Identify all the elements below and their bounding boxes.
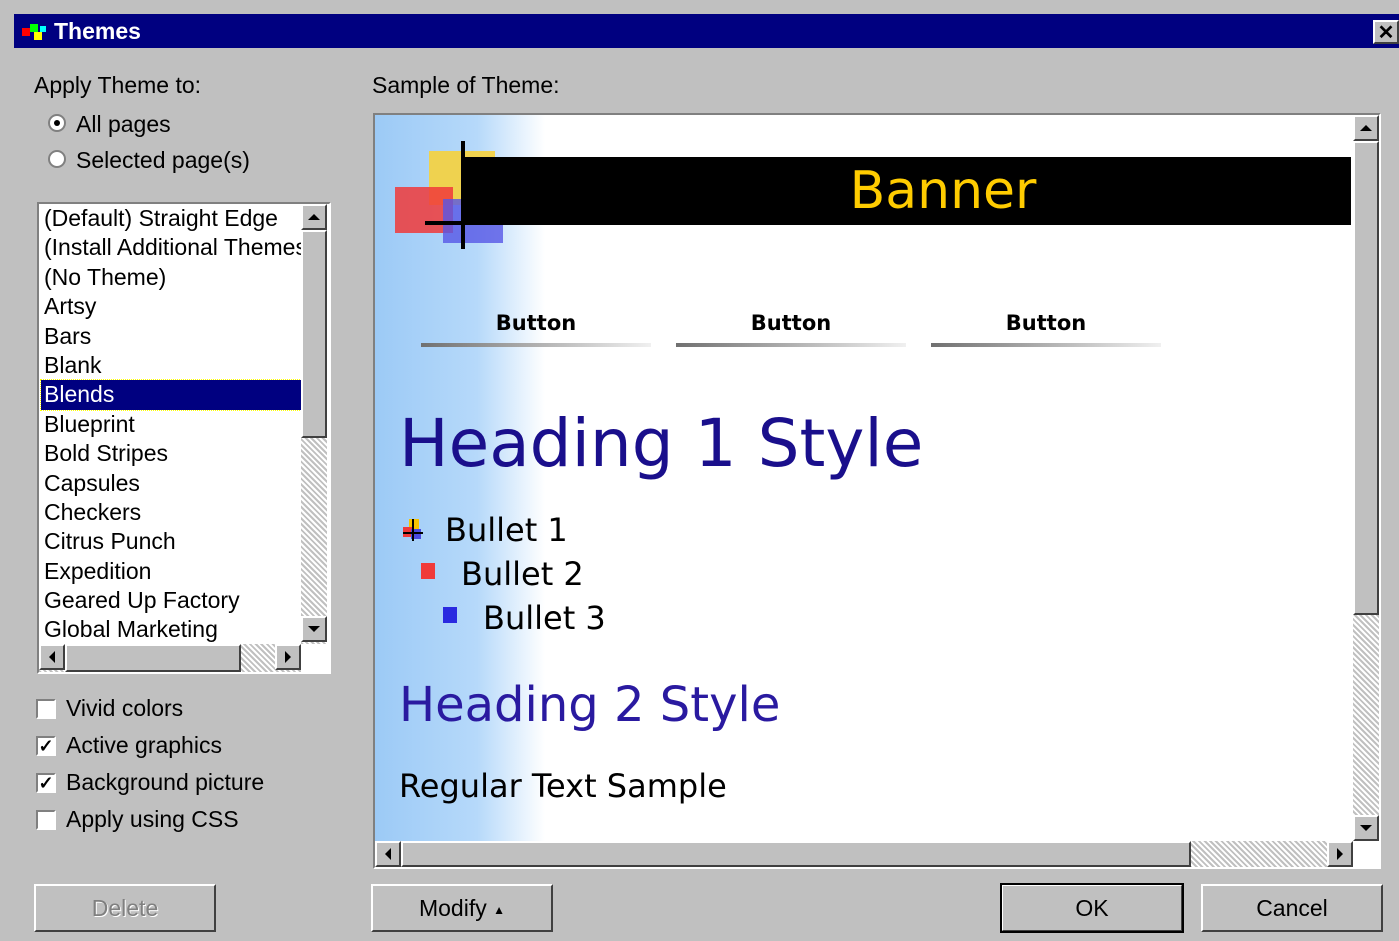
theme-item-bold-stripes[interactable]: Bold Stripes xyxy=(41,439,301,468)
bullet-2-icon xyxy=(421,563,435,579)
theme-item-geared-up-factory[interactable]: Geared Up Factory xyxy=(41,586,301,615)
delete-button[interactable]: Delete xyxy=(34,884,216,932)
sample-button-1-underline xyxy=(421,343,651,347)
sample-button-2-underline xyxy=(676,343,906,347)
sample-heading-1: Heading 1 Style xyxy=(399,405,924,482)
vivid-colors-label[interactable]: Vivid colors xyxy=(66,695,183,722)
theme-item-bars[interactable]: Bars xyxy=(41,322,301,351)
theme-list: (Default) Straight Edge (Install Additio… xyxy=(40,204,302,645)
arrow-left-icon xyxy=(49,651,55,663)
theme-item-no-theme[interactable]: (No Theme) xyxy=(41,263,301,292)
arrow-up-icon xyxy=(1360,125,1372,131)
theme-list-hscroll-thumb[interactable] xyxy=(65,644,241,672)
arrow-left-icon xyxy=(385,848,391,860)
arrow-down-icon xyxy=(1360,825,1372,831)
background-picture-checkbox[interactable]: ✓ xyxy=(36,773,56,793)
ok-button[interactable]: OK xyxy=(1000,883,1184,933)
sample-bullet-2: Bullet 2 xyxy=(461,555,584,593)
sample-button-3-underline xyxy=(931,343,1161,347)
sample-heading-2: Heading 2 Style xyxy=(399,677,781,733)
theme-item-checkers[interactable]: Checkers xyxy=(41,498,301,527)
sample-button-3: Button xyxy=(1005,311,1087,335)
apply-css-checkbox[interactable] xyxy=(36,810,56,830)
arrow-up-icon xyxy=(308,214,320,220)
theme-list-scroll-right-button[interactable] xyxy=(275,644,301,670)
window-title: Themes xyxy=(54,18,141,44)
theme-item-citrus-punch[interactable]: Citrus Punch xyxy=(41,527,301,556)
arrow-right-icon xyxy=(285,651,291,663)
active-graphics-label[interactable]: Active graphics xyxy=(66,732,222,759)
theme-item-blank[interactable]: Blank xyxy=(41,351,301,380)
theme-item-artsy[interactable]: Artsy xyxy=(41,292,301,321)
theme-list-vscroll-thumb[interactable] xyxy=(301,230,327,438)
theme-list-scroll-up-button[interactable] xyxy=(301,204,327,230)
theme-item-default-straight-edge[interactable]: (Default) Straight Edge xyxy=(41,204,301,233)
modify-menu-arrow-icon: ▲ xyxy=(493,902,506,917)
close-button[interactable]: ✕ xyxy=(1373,20,1399,44)
preview-scroll-up-button[interactable] xyxy=(1353,115,1379,141)
selected-pages-radio[interactable] xyxy=(48,150,66,168)
sample-bullet-3: Bullet 3 xyxy=(483,599,606,637)
bullet-1-icon xyxy=(403,519,423,541)
apply-css-label[interactable]: Apply using CSS xyxy=(66,806,239,833)
active-graphics-checkbox[interactable]: ✓ xyxy=(36,736,56,756)
theme-list-scroll-left-button[interactable] xyxy=(39,644,65,670)
bullet-3-icon xyxy=(443,607,457,623)
selected-pages-label[interactable]: Selected page(s) xyxy=(76,147,250,174)
modify-button[interactable]: Modify ▲ xyxy=(371,884,553,932)
theme-item-blueprint[interactable]: Blueprint xyxy=(41,410,301,439)
preview-hscroll-thumb[interactable] xyxy=(401,841,1191,867)
theme-listbox[interactable]: (Default) Straight Edge (Install Additio… xyxy=(37,202,331,674)
sample-regular-text: Regular Text Sample xyxy=(399,767,727,805)
preview-vscroll-thumb[interactable] xyxy=(1353,141,1379,615)
modify-button-label: Modify xyxy=(418,895,487,921)
sample-bullet-1: Bullet 1 xyxy=(445,511,568,549)
theme-item-capsules[interactable]: Capsules xyxy=(41,469,301,498)
close-icon: ✕ xyxy=(1377,22,1395,44)
title-bar: Themes ✕ xyxy=(14,14,1399,48)
theme-item-expedition[interactable]: Expedition xyxy=(41,557,301,586)
theme-item-blends[interactable]: Blends xyxy=(40,379,302,411)
preview-scroll-down-button[interactable] xyxy=(1353,815,1379,841)
sample-button-2: Button xyxy=(750,311,832,335)
banner-text: Banner xyxy=(849,161,1037,221)
theme-item-global-marketing[interactable]: Global Marketing xyxy=(41,615,301,644)
background-picture-label[interactable]: Background picture xyxy=(66,769,264,796)
theme-preview: Banner Button Button Button Heading 1 St… xyxy=(373,113,1381,869)
themes-dialog: Themes ✕ Apply Theme to: All pages Selec… xyxy=(0,0,1399,941)
theme-list-scroll-down-button[interactable] xyxy=(301,616,327,642)
themes-app-icon xyxy=(22,24,46,40)
preview-scroll-right-button[interactable] xyxy=(1327,841,1353,867)
vivid-colors-checkbox[interactable] xyxy=(36,699,56,719)
all-pages-radio[interactable] xyxy=(48,114,66,132)
preview-scroll-left-button[interactable] xyxy=(375,841,401,867)
cancel-button[interactable]: Cancel xyxy=(1201,884,1383,932)
arrow-down-icon xyxy=(308,626,320,632)
sample-label: Sample of Theme: xyxy=(372,72,560,98)
theme-item-install-additional[interactable]: (Install Additional Themes) xyxy=(41,233,301,262)
sample-button-1: Button xyxy=(495,311,577,335)
all-pages-label[interactable]: All pages xyxy=(76,111,171,138)
arrow-right-icon xyxy=(1337,848,1343,860)
apply-theme-label: Apply Theme to: xyxy=(34,72,202,98)
